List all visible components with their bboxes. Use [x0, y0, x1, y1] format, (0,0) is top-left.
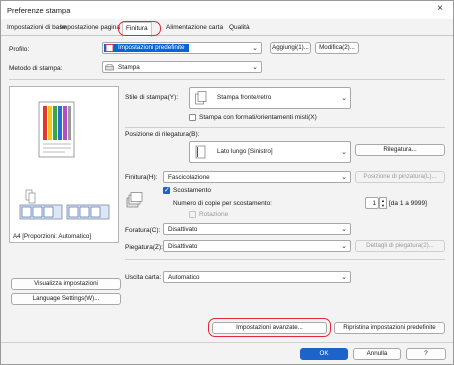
folding-value: Disattivato: [168, 243, 198, 250]
finishing-tab-highlight: [118, 21, 161, 36]
add-profile-button[interactable]: Aggiungi(1)...: [270, 42, 311, 54]
chevron-down-icon: ⌄: [341, 95, 347, 102]
folding-select[interactable]: Disattivato ⌄: [163, 240, 351, 252]
duplex-icon: [195, 91, 207, 105]
separator: [125, 259, 445, 260]
print-method-value: Stampa: [118, 64, 140, 71]
mixed-formats-checkbox[interactable]: [189, 114, 196, 121]
rotation-checkbox[interactable]: [189, 211, 196, 218]
profile-select[interactable]: Impostazioni predefinite ⌄: [102, 42, 262, 54]
paper-output-label: Uscita carta:: [125, 274, 162, 281]
cancel-button[interactable]: Annulla: [353, 348, 401, 360]
tab-bar: Impostazioni di base Impostazione pagina…: [1, 20, 453, 37]
binding-label: Posizione di rilegatura(B):: [125, 131, 200, 138]
copies-per-offset-label: Numero di copie per scostamento:: [173, 200, 272, 207]
finishing-select[interactable]: Fascicolazione ⌄: [163, 171, 351, 183]
restore-defaults-button[interactable]: Ripristina impostazioni predefinite: [334, 322, 445, 334]
print-method-select[interactable]: Stampa ⌄: [102, 61, 262, 73]
view-settings-button[interactable]: Visualizza impostazioni: [11, 278, 121, 290]
rotation-label: Rotazione: [199, 211, 229, 218]
copies-spinner[interactable]: ▲ ▼: [379, 197, 387, 209]
edit-profile-button[interactable]: Modifica(2)...: [315, 42, 359, 54]
ok-button[interactable]: OK: [300, 348, 348, 360]
binding-value: Lato lungo [Sinistro]: [217, 148, 273, 155]
punching-select[interactable]: Disattivato ⌄: [163, 223, 351, 235]
stapling-position-button[interactable]: Posizione di pinzatura(L)...: [355, 171, 445, 183]
chevron-down-icon: ⌄: [341, 274, 347, 281]
print-style-label: Stile di stampa(Y):: [125, 94, 179, 101]
punching-value: Disattivato: [168, 226, 198, 233]
print-style-value: Stampa fronte/retro: [217, 94, 272, 101]
finishing-label: Finitura(H):: [125, 174, 158, 181]
paper-output-select[interactable]: Automatico ⌄: [163, 271, 351, 283]
binding-select[interactable]: Lato lungo [Sinistro] ⌄: [189, 141, 351, 163]
print-icon: [105, 64, 114, 71]
separator: [9, 79, 445, 80]
language-settings-button[interactable]: Language Settings(W)...: [11, 293, 121, 305]
preview-panel: A4 [Proporzioni: Automatico]: [9, 86, 119, 243]
finishing-preview-icon: [126, 192, 143, 208]
chevron-down-icon: ⌄: [341, 174, 347, 181]
binding-side-icon: [195, 145, 206, 159]
mixed-formats-label: Stampa con formati/orientamenti misti(X): [199, 114, 317, 121]
profile-printer-icon: [105, 44, 114, 52]
tab-basic-settings[interactable]: Impostazioni di base: [7, 24, 66, 31]
copies-per-offset-value: 1: [372, 200, 376, 207]
punching-label: Foratura(C):: [125, 227, 161, 234]
copies-range-label: [da 1 a 9999]: [389, 200, 427, 207]
close-icon[interactable]: ×: [437, 3, 443, 14]
chevron-down-icon: ⌄: [341, 149, 347, 156]
offset-label: Scostamento: [173, 187, 211, 194]
chevron-down-icon: ⌄: [341, 243, 347, 250]
profile-value: Impostazioni predefinite: [104, 44, 189, 52]
offset-checkbox[interactable]: [163, 186, 170, 194]
preview-caption: A4 [Proporzioni: Automatico]: [13, 233, 92, 240]
folding-label: Piegatura(Z):: [125, 244, 163, 251]
print-style-select[interactable]: Stampa fronte/retro ⌄: [189, 87, 351, 109]
chevron-down-icon: ⌄: [252, 45, 258, 52]
finishing-value: Fascicolazione: [168, 174, 210, 181]
separator: [125, 127, 445, 128]
chevron-down-icon: ⌄: [252, 64, 258, 71]
tab-page-setup[interactable]: Impostazione pagina: [60, 24, 120, 31]
tab-paper-source[interactable]: Alimentazione carta: [166, 24, 223, 31]
folding-details-button[interactable]: Dettagli di piegatura(2)...: [355, 240, 445, 252]
print-preferences-window: Preferenze stampa × Impostazioni di base…: [0, 0, 454, 365]
profile-label: Profilo:: [9, 46, 30, 53]
window-title: Preferenze stampa: [7, 6, 71, 15]
title-bar: Preferenze stampa ×: [1, 1, 453, 19]
print-method-label: Metodo di stampa:: [9, 65, 63, 72]
chevron-down-icon: ⌄: [341, 226, 347, 233]
copies-per-offset-input[interactable]: 1: [365, 197, 379, 209]
paper-output-value: Automatico: [168, 274, 200, 281]
advanced-settings-highlight: [208, 318, 331, 337]
tab-quality[interactable]: Qualità: [229, 24, 250, 31]
help-button[interactable]: ?: [406, 348, 446, 360]
page-preview-graphic: [19, 101, 110, 220]
separator: [1, 342, 453, 343]
binding-settings-button[interactable]: Rilegatura...: [355, 144, 445, 156]
